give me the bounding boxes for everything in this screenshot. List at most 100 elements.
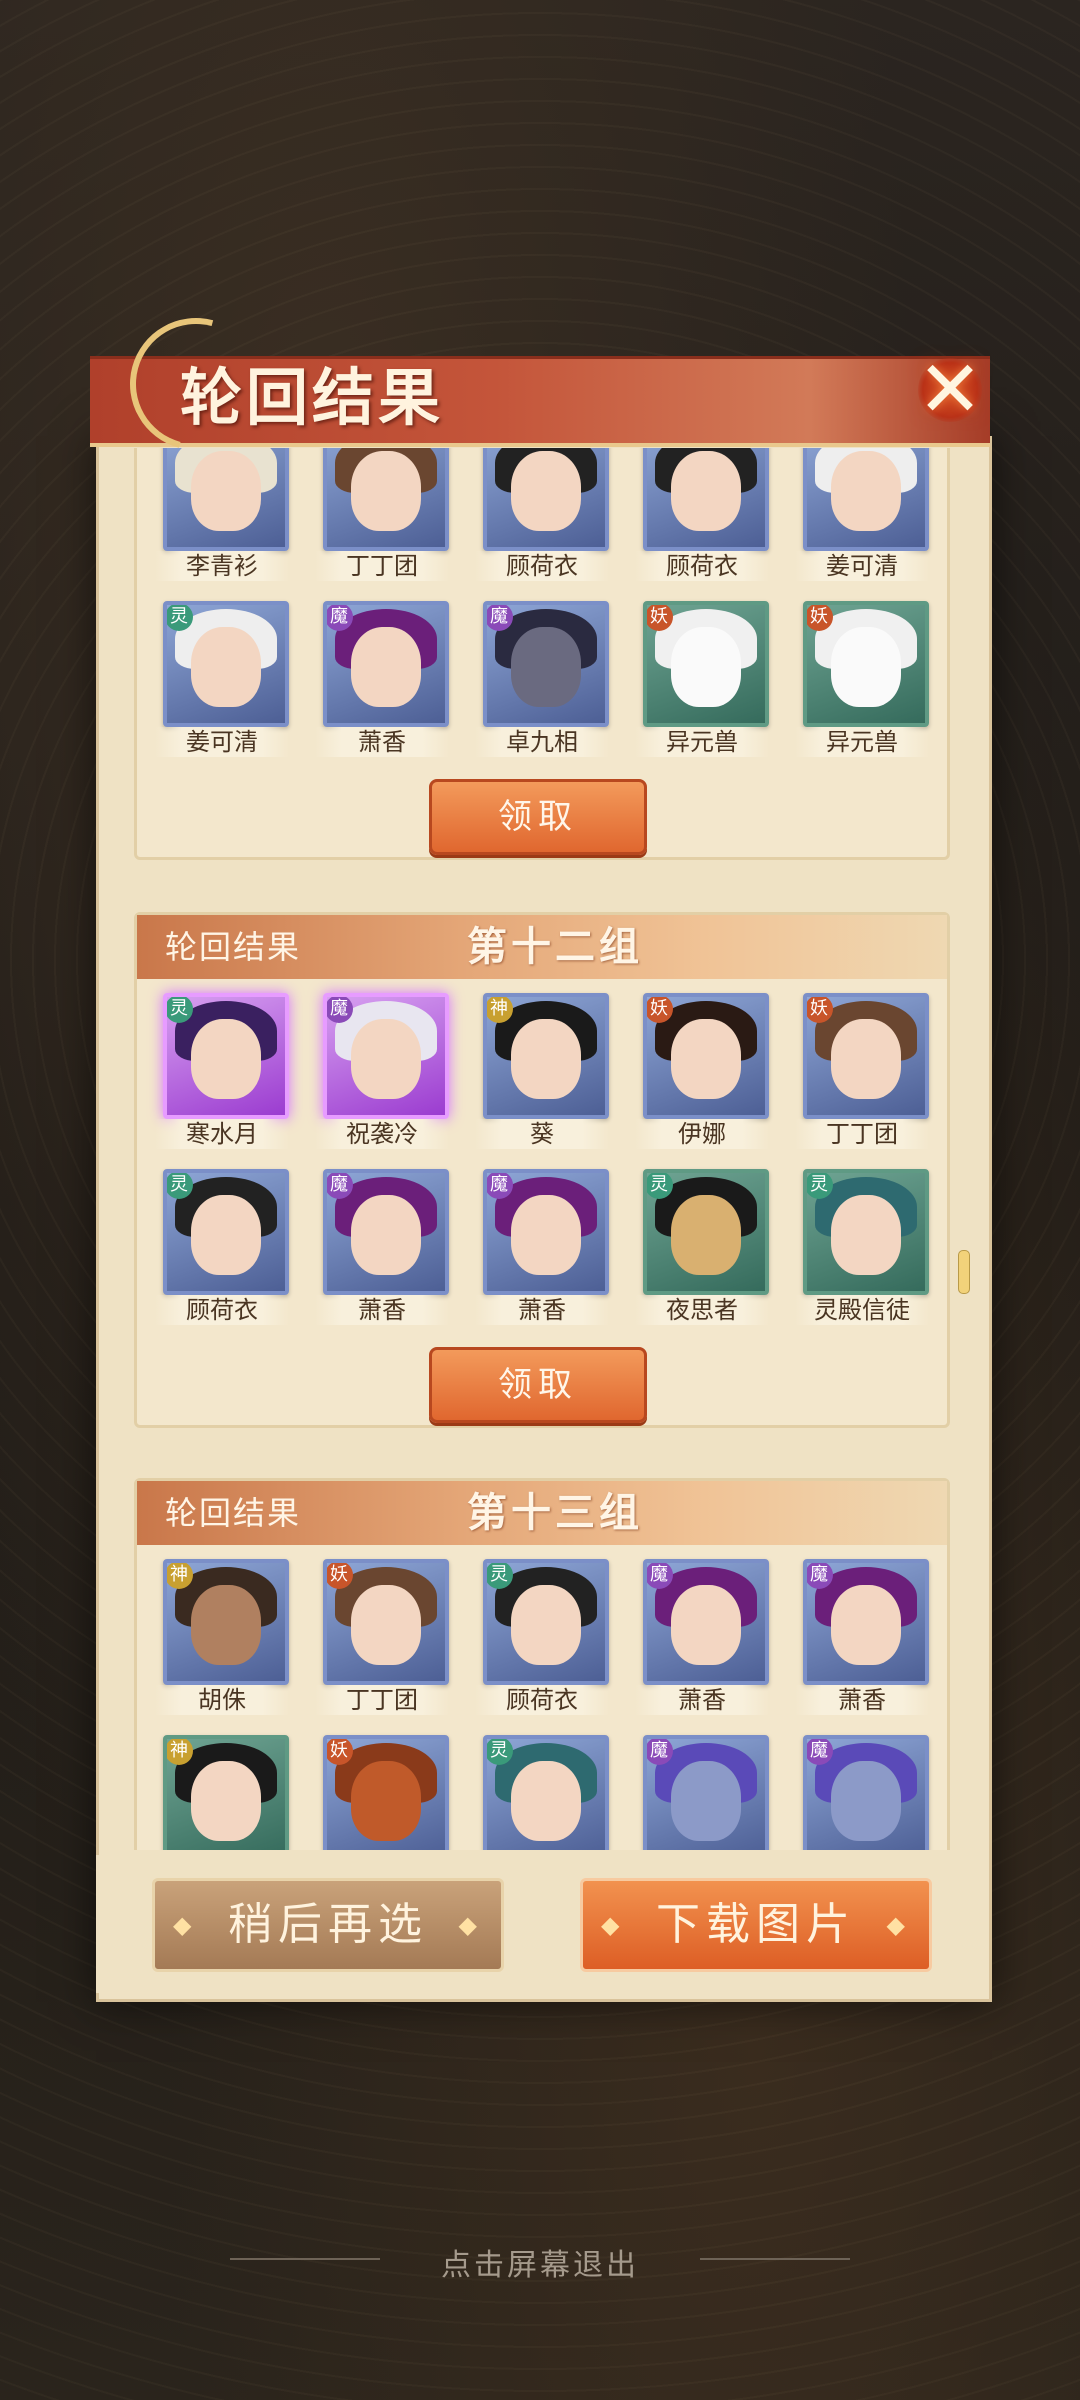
close-icon[interactable]: ✕ (917, 345, 982, 435)
claim-row: 领取 (137, 761, 947, 857)
character-card[interactable]: 灵顾荷衣 (151, 1169, 311, 1329)
character-card[interactable]: 李青衫 (151, 448, 311, 585)
faction-badge: 灵 (647, 1173, 673, 1199)
character-card[interactable]: 顾荷衣 (631, 448, 791, 585)
character-name: 顾荷衣 (475, 551, 609, 581)
faction-badge: 魔 (327, 1173, 353, 1199)
faction-badge: 灵 (167, 997, 193, 1023)
character-card[interactable]: 灵寒水月 (151, 993, 311, 1153)
group-header: 轮回结果 第十二组 (137, 915, 947, 979)
faction-badge: 妖 (647, 605, 673, 631)
character-card[interactable]: 魔 (791, 1735, 951, 1850)
group-header-label: 轮回结果 (165, 928, 302, 966)
character-card[interactable]: 灵灵殿信徒 (791, 1169, 951, 1329)
character-name: 寒水月 (155, 1119, 289, 1149)
character-card[interactable]: 灵夜思者 (631, 1169, 791, 1329)
character-card[interactable]: 灵姜可清 (151, 601, 311, 761)
character-name: 丁丁团 (315, 1685, 449, 1715)
faction-badge: 神 (487, 997, 513, 1023)
diamond-ornament-icon: ◆ (601, 1911, 626, 1939)
character-name: 李青衫 (155, 551, 289, 581)
character-name: 胡侏 (155, 1685, 289, 1715)
character-name: 异元兽 (795, 727, 929, 757)
character-card[interactable]: 神胡侏 (151, 1559, 311, 1719)
result-group-13: 轮回结果 第十三组 神胡侏 妖丁丁团 灵顾荷衣 魔萧香 魔萧香 神 妖 灵 魔 … (134, 1478, 950, 1850)
character-name: 顾荷衣 (475, 1685, 609, 1715)
claim-row: 领取 (137, 1329, 947, 1425)
faction-badge: 魔 (647, 1739, 673, 1765)
character-card[interactable]: 妖伊娜 (631, 993, 791, 1153)
character-name: 萧香 (635, 1685, 769, 1715)
diamond-ornament-icon: ◆ (173, 1911, 198, 1939)
character-card[interactable]: 灵 (471, 1735, 631, 1850)
character-name: 萧香 (315, 1295, 449, 1325)
character-card[interactable]: 魔萧香 (311, 1169, 471, 1329)
claim-button[interactable]: 领取 (429, 779, 647, 855)
character-card[interactable]: 魔萧香 (311, 601, 471, 761)
card-grid: 李青衫 丁丁团 顾荷衣 顾荷衣 姜可清 灵姜可清 魔萧香 魔卓九相 妖异元兽 妖… (137, 448, 947, 761)
character-card[interactable]: 魔萧香 (471, 1169, 631, 1329)
character-name: 萧香 (315, 727, 449, 757)
character-card[interactable]: 妖丁丁团 (311, 1559, 471, 1719)
character-card[interactable]: 丁丁团 (311, 448, 471, 585)
divider (700, 2258, 850, 2260)
character-card[interactable]: 魔祝袭冷 (311, 993, 471, 1153)
character-name: 姜可清 (155, 727, 289, 757)
result-group-12: 轮回结果 第十二组 灵寒水月 魔祝袭冷 神葵 妖伊娜 妖丁丁团 灵顾荷衣 魔萧香… (134, 912, 950, 1428)
claim-button[interactable]: 领取 (429, 1347, 647, 1423)
faction-badge: 灵 (487, 1563, 513, 1589)
character-name: 葵 (475, 1119, 609, 1149)
choose-later-button[interactable]: ◆ 稍后再选 ◆ (152, 1878, 504, 1972)
character-card[interactable]: 魔萧香 (631, 1559, 791, 1719)
faction-badge: 妖 (647, 997, 673, 1023)
faction-badge: 神 (167, 1563, 193, 1589)
group-title: 第十三组 (467, 1489, 643, 1536)
faction-badge: 妖 (807, 605, 833, 631)
download-image-button[interactable]: ◆ 下载图片 ◆ (580, 1878, 932, 1972)
character-card[interactable]: 姜可清 (791, 448, 951, 585)
character-card[interactable]: 魔卓九相 (471, 601, 631, 761)
character-card[interactable]: 魔萧香 (791, 1559, 951, 1719)
results-scroll-area[interactable]: 李青衫 丁丁团 顾荷衣 顾荷衣 姜可清 灵姜可清 魔萧香 魔卓九相 妖异元兽 妖… (120, 448, 960, 1850)
character-card[interactable]: 顾荷衣 (471, 448, 631, 585)
faction-badge: 魔 (487, 1173, 513, 1199)
character-name: 异元兽 (635, 727, 769, 757)
character-card[interactable]: 神 (151, 1735, 311, 1850)
tap-to-exit-hint[interactable]: 点击屏幕退出 (0, 2240, 1080, 2284)
character-card[interactable]: 妖丁丁团 (791, 993, 951, 1153)
faction-badge: 魔 (327, 605, 353, 631)
faction-badge: 灵 (487, 1739, 513, 1765)
diamond-ornament-icon: ◆ (886, 1911, 911, 1939)
character-name: 祝袭冷 (315, 1119, 449, 1149)
character-name: 伊娜 (635, 1119, 769, 1149)
character-card[interactable]: 神葵 (471, 993, 631, 1153)
faction-badge: 魔 (807, 1563, 833, 1589)
character-card[interactable]: 魔 (631, 1735, 791, 1850)
faction-badge: 魔 (327, 997, 353, 1023)
download-image-label: 下载图片 (656, 1899, 856, 1950)
diamond-ornament-icon: ◆ (458, 1911, 483, 1939)
character-name: 姜可清 (795, 551, 929, 581)
group-header-label: 轮回结果 (165, 1494, 302, 1532)
character-card[interactable]: 妖 (311, 1735, 471, 1850)
character-name: 灵殿信徒 (795, 1295, 929, 1325)
faction-badge: 魔 (487, 605, 513, 631)
character-name: 夜思者 (635, 1295, 769, 1325)
faction-badge: 魔 (807, 1739, 833, 1765)
close-button[interactable]: ✕ (900, 340, 1000, 440)
choose-later-label: 稍后再选 (228, 1899, 428, 1950)
faction-badge: 妖 (807, 997, 833, 1023)
card-grid: 灵寒水月 魔祝袭冷 神葵 妖伊娜 妖丁丁团 灵顾荷衣 魔萧香 魔萧香 灵夜思者 … (137, 979, 947, 1329)
character-name: 萧香 (795, 1685, 929, 1715)
group-title: 第十二组 (467, 923, 643, 970)
character-card[interactable]: 妖异元兽 (631, 601, 791, 761)
character-name: 卓九相 (475, 727, 609, 757)
character-card[interactable]: 灵顾荷衣 (471, 1559, 631, 1719)
character-name: 丁丁团 (795, 1119, 929, 1149)
character-name: 丁丁团 (315, 551, 449, 581)
faction-badge: 灵 (167, 1173, 193, 1199)
scrollbar-thumb[interactable] (958, 1250, 970, 1294)
faction-badge: 灵 (807, 1173, 833, 1199)
character-card[interactable]: 妖异元兽 (791, 601, 951, 761)
card-grid: 神胡侏 妖丁丁团 灵顾荷衣 魔萧香 魔萧香 神 妖 灵 魔 魔 (137, 1545, 947, 1850)
